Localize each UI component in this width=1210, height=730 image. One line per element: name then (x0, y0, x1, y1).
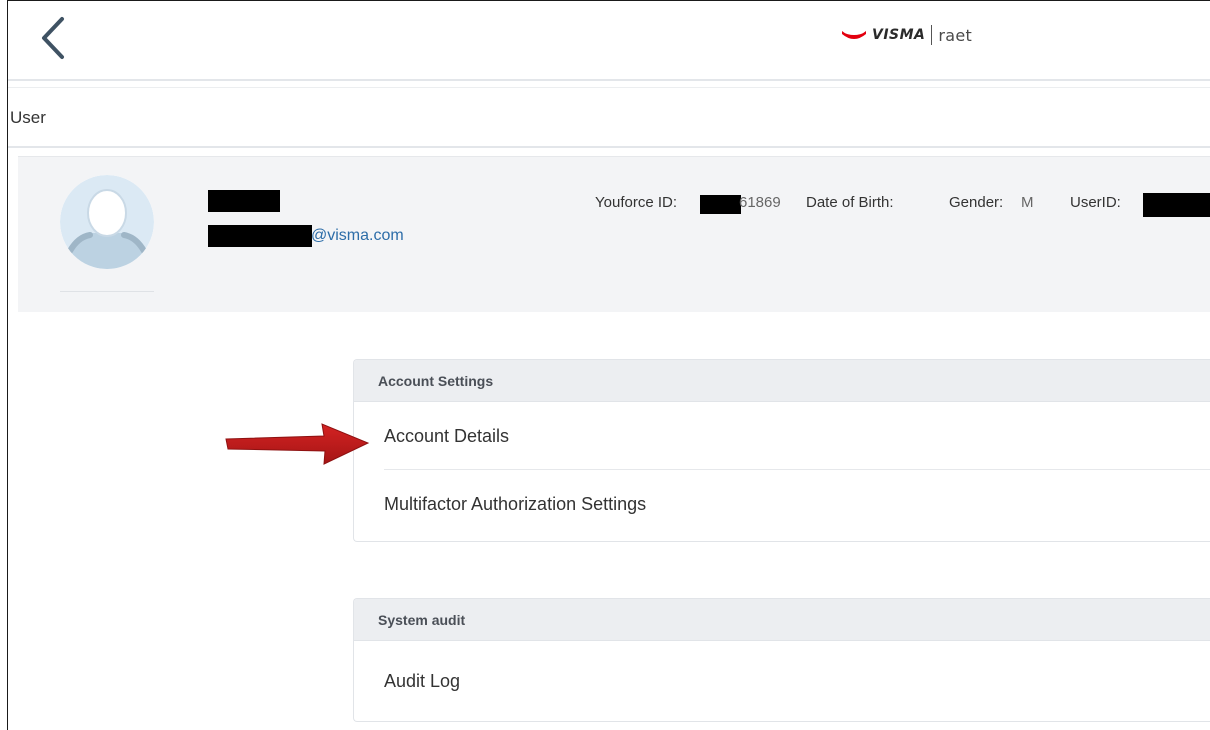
date-of-birth-label: Date of Birth: (806, 194, 894, 211)
youforce-id-label: Youforce ID: (595, 194, 677, 211)
system-audit-header: System audit (354, 599, 1210, 641)
visma-raet-logo: VISMA raet (841, 23, 972, 47)
system-audit-card: System audit Audit Log (353, 598, 1210, 722)
redacted-user-id (1143, 193, 1210, 217)
gender-label: Gender: (949, 194, 1004, 211)
redacted-name (208, 190, 280, 212)
user-profile-header: @visma.com Youforce ID: 61869 Date of Bi… (18, 156, 1210, 312)
redacted-email-prefix (208, 225, 312, 247)
logo-separator (931, 25, 933, 45)
multifactor-settings-link[interactable]: Multifactor Authorization Settings (384, 470, 1210, 538)
visma-logo-mark-icon (842, 31, 866, 39)
account-settings-card: Account Settings Account Details Multifa… (353, 359, 1210, 542)
back-button[interactable] (38, 15, 68, 61)
red-arrow-annotation-icon (225, 423, 370, 465)
youforce-id-value: 61869 (739, 194, 781, 211)
audit-log-link[interactable]: Audit Log (384, 641, 1210, 721)
top-bar: VISMA raet (8, 1, 1210, 81)
user-id-label: UserID: (1070, 194, 1121, 211)
page-title-bar: User (8, 87, 1210, 148)
avatar (60, 175, 154, 269)
logo-brand: VISMA (872, 27, 926, 43)
account-details-link[interactable]: Account Details (384, 402, 1210, 470)
redacted-youforce-id (700, 195, 741, 214)
avatar-divider (60, 291, 154, 292)
account-settings-header: Account Settings (354, 360, 1210, 402)
chevron-left-icon (42, 17, 64, 59)
user-email[interactable]: @visma.com (311, 227, 404, 245)
app-window: VISMA raet User @visma.com Youforce ID: … (7, 0, 1210, 730)
logo-product: raet (938, 25, 973, 45)
page-title: User (10, 108, 46, 127)
user-placeholder-icon (60, 175, 154, 269)
gender-value: M (1021, 194, 1034, 211)
